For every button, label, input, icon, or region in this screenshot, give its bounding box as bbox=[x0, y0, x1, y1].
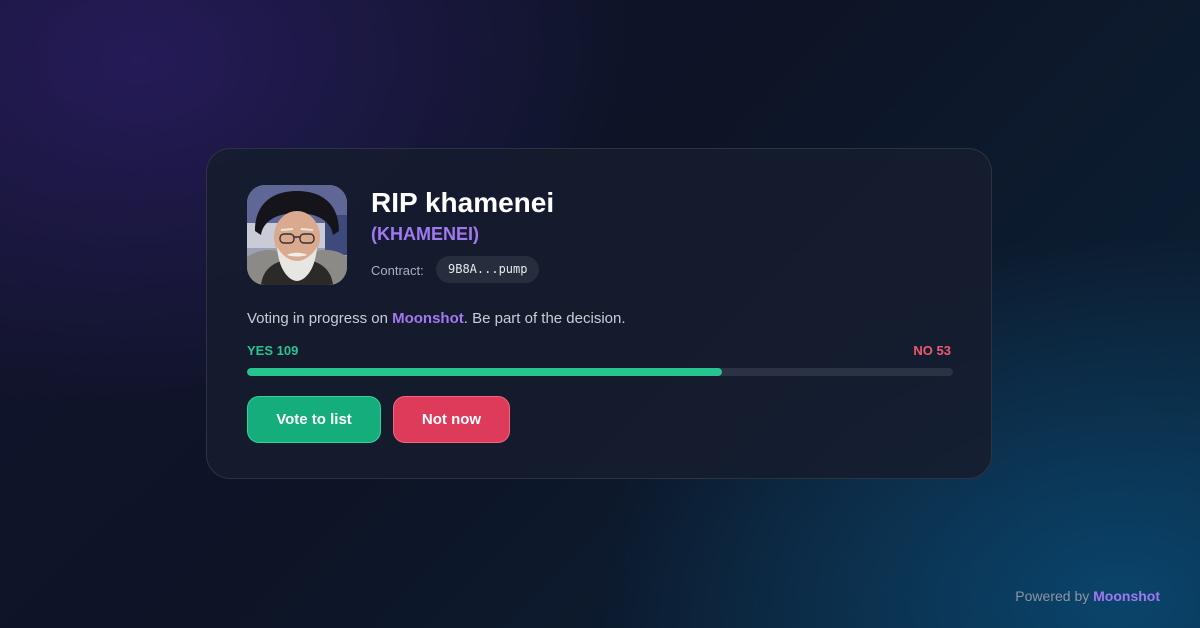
powered-by-footer: Powered by Moonshot bbox=[1015, 588, 1160, 604]
voting-text-before: Voting in progress on bbox=[247, 310, 393, 327]
vote-card: RIP khamenei (KHAMENEI) Contract: 9B8A..… bbox=[206, 148, 992, 479]
token-name: RIP khamenei bbox=[371, 187, 555, 218]
contract-address-chip[interactable]: 9B8A...pump bbox=[436, 256, 540, 283]
token-avatar bbox=[247, 185, 347, 285]
footer-brand-link[interactable]: Moonshot bbox=[1093, 588, 1160, 604]
token-symbol: (KHAMENEI) bbox=[371, 224, 479, 244]
footer-prefix: Powered by bbox=[1015, 588, 1094, 604]
voting-status-text: Voting in progress on Moonshot. Be part … bbox=[247, 310, 626, 327]
not-now-button[interactable]: Not now bbox=[393, 396, 510, 443]
vote-progress-fill bbox=[247, 368, 723, 376]
no-vote-count: NO 53 bbox=[913, 343, 951, 358]
platform-link[interactable]: Moonshot bbox=[392, 310, 464, 327]
portrait-photo-icon bbox=[247, 185, 347, 285]
vote-progress-bar bbox=[247, 368, 953, 376]
contract-label: Contract: bbox=[371, 263, 424, 278]
voting-text-after: . Be part of the decision. bbox=[463, 310, 626, 327]
yes-vote-count: YES 109 bbox=[247, 343, 299, 358]
vote-to-list-button[interactable]: Vote to list bbox=[247, 396, 381, 443]
